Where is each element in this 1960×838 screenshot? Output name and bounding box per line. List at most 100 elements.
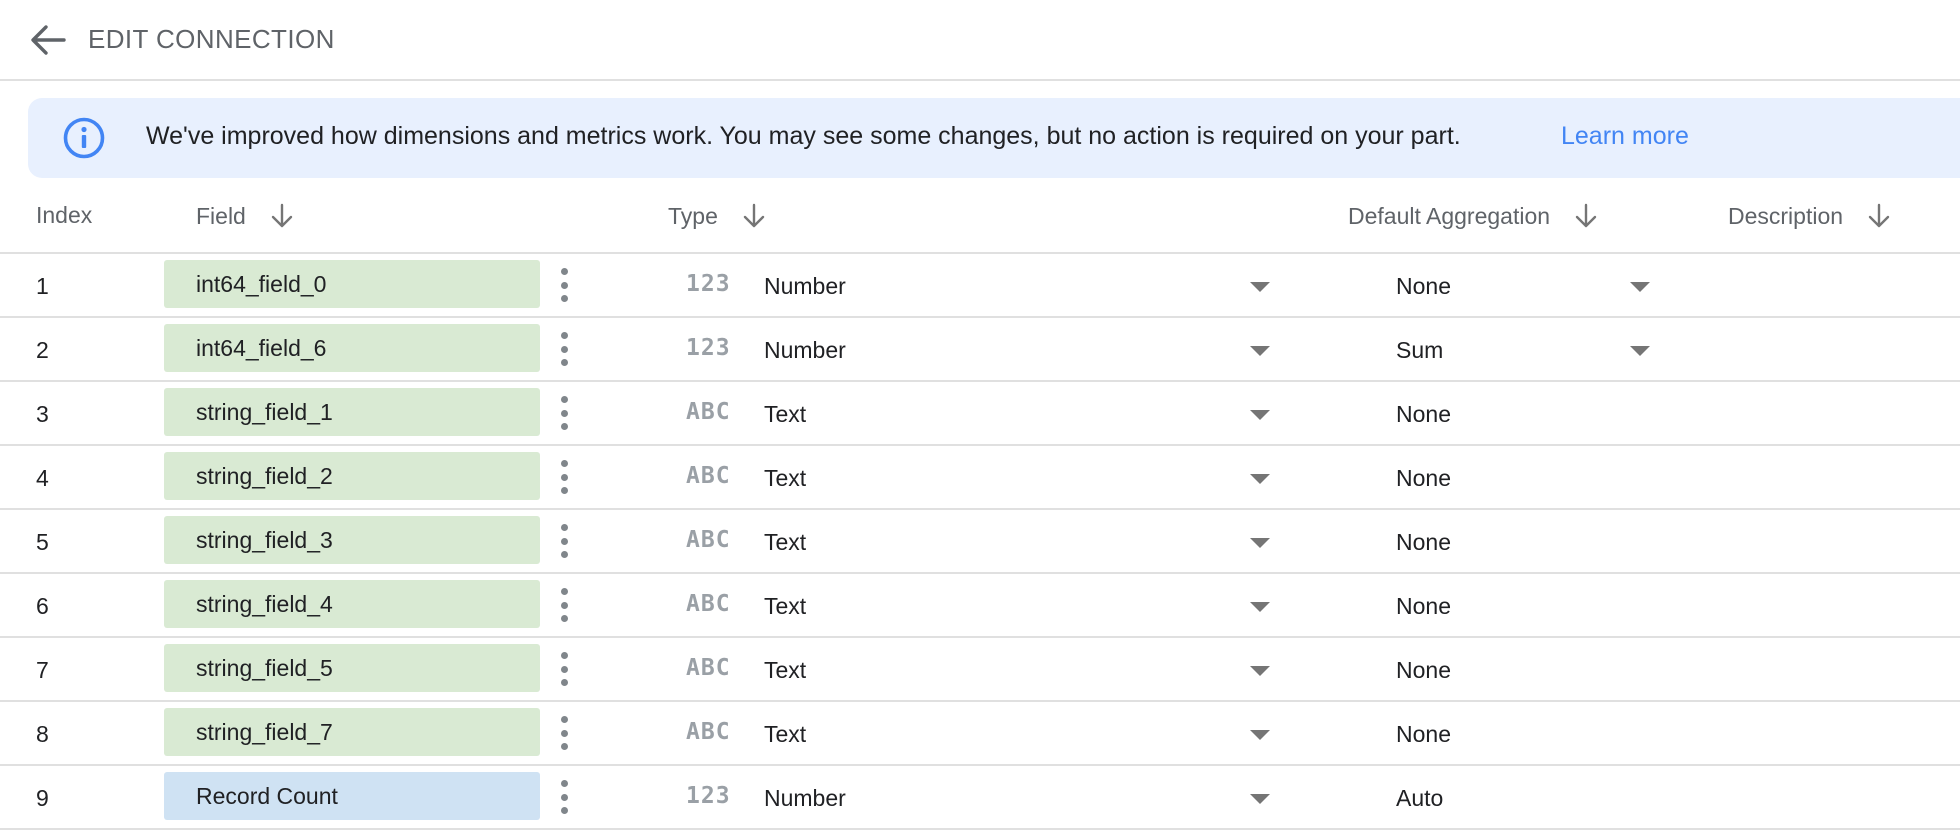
field-name-chip[interactable]: string_field_3 (164, 516, 540, 564)
more-vert-icon[interactable] (550, 394, 578, 432)
field-name-chip[interactable]: string_field_5 (164, 644, 540, 692)
more-vert-icon[interactable] (550, 586, 578, 624)
field-name-chip[interactable]: int64_field_6 (164, 324, 540, 372)
dropdown-arrow-icon (1250, 602, 1270, 612)
number-type-icon: 123 (686, 335, 731, 361)
table-row: 4 string_field_2 ABC Text None (0, 446, 1960, 510)
table-header: Index Field Type Default Aggregation Des… (0, 182, 1960, 254)
type-dropdown[interactable]: Text (764, 710, 1274, 756)
more-vert-icon[interactable] (550, 778, 578, 816)
more-vert-icon[interactable] (550, 458, 578, 496)
column-header-label: Index (36, 202, 93, 228)
dropdown-arrow-icon (1630, 346, 1650, 356)
number-type-icon: 123 (686, 271, 731, 297)
more-vert-icon[interactable] (550, 522, 578, 560)
type-value: Number (764, 273, 846, 299)
aggregation-value: None (1396, 401, 1451, 427)
more-vert-icon[interactable] (550, 714, 578, 752)
dropdown-arrow-icon (1250, 474, 1270, 484)
column-header-index: Index (36, 202, 92, 229)
type-value: Number (764, 337, 846, 363)
dropdown-arrow-icon (1250, 282, 1270, 292)
type-dropdown[interactable]: Number (764, 774, 1274, 820)
row-index: 5 (36, 529, 49, 555)
column-header-label: Default Aggregation (1348, 202, 1551, 229)
type-dropdown[interactable]: Text (764, 582, 1274, 628)
type-dropdown[interactable]: Text (764, 390, 1274, 436)
type-value: Number (764, 785, 846, 811)
aggregation-value: Sum (1396, 337, 1444, 363)
aggregation-dropdown[interactable]: None (1396, 262, 1656, 308)
table-row: 5 string_field_3 ABC Text None (0, 510, 1960, 574)
field-name-chip[interactable]: string_field_2 (164, 452, 540, 500)
dropdown-arrow-icon (1250, 410, 1270, 420)
type-dropdown[interactable]: Number (764, 326, 1274, 372)
dropdown-arrow-icon (1250, 666, 1270, 676)
learn-more-link[interactable]: Learn more (1561, 122, 1689, 151)
type-dropdown[interactable]: Number (764, 262, 1274, 308)
sort-arrow-down-icon[interactable] (268, 202, 296, 230)
dropdown-arrow-icon (1630, 282, 1650, 292)
aggregation-value: Auto (1396, 785, 1444, 811)
table-row: 8 string_field_7 ABC Text None (0, 702, 1960, 766)
column-header-label: Field (196, 202, 246, 229)
column-header-description[interactable]: Description (1728, 202, 1893, 230)
row-index: 9 (36, 785, 49, 811)
type-value: Text (764, 593, 807, 619)
back-button[interactable] (26, 20, 70, 60)
number-type-icon: 123 (686, 783, 731, 809)
row-index: 3 (36, 401, 49, 427)
aggregation-dropdown: Auto (1396, 774, 1656, 820)
top-bar: EDIT CONNECTION (0, 0, 1960, 81)
page-title: EDIT CONNECTION (88, 24, 335, 54)
info-banner: We've improved how dimensions and metric… (28, 98, 1960, 178)
table-row: 9 Record Count 123 Number Auto (0, 766, 1960, 830)
aggregation-dropdown[interactable]: Sum (1396, 326, 1656, 372)
column-header-field[interactable]: Field (196, 202, 296, 230)
table-row: 6 string_field_4 ABC Text None (0, 574, 1960, 638)
column-header-label: Description (1728, 202, 1844, 229)
table-row: 3 string_field_1 ABC Text None (0, 382, 1960, 446)
dropdown-arrow-icon (1250, 794, 1270, 804)
text-type-icon: ABC (686, 719, 731, 745)
sort-arrow-down-icon[interactable] (740, 202, 768, 230)
type-value: Text (764, 657, 807, 683)
aggregation-value: None (1396, 593, 1451, 619)
row-index: 2 (36, 337, 49, 363)
type-value: Text (764, 529, 807, 555)
row-index: 8 (36, 721, 49, 747)
field-name-chip[interactable]: int64_field_0 (164, 260, 540, 308)
column-header-label: Type (668, 202, 718, 229)
text-type-icon: ABC (686, 591, 731, 617)
type-dropdown[interactable]: Text (764, 646, 1274, 692)
more-vert-icon[interactable] (550, 330, 578, 368)
more-vert-icon[interactable] (550, 266, 578, 304)
field-name-chip[interactable]: string_field_1 (164, 388, 540, 436)
text-type-icon: ABC (686, 399, 731, 425)
info-icon (63, 117, 105, 159)
field-list: 1 int64_field_0 123 Number None 2 int64_field_… (0, 254, 1960, 830)
column-header-type[interactable]: Type (668, 202, 768, 230)
more-vert-icon[interactable] (550, 650, 578, 688)
dropdown-arrow-icon (1250, 730, 1270, 740)
arrow-left-icon (31, 25, 66, 55)
field-name-chip[interactable]: string_field_4 (164, 580, 540, 628)
table-row: 1 int64_field_0 123 Number None (0, 254, 1960, 318)
sort-arrow-down-icon[interactable] (1572, 202, 1600, 230)
aggregation-dropdown: None (1396, 582, 1656, 628)
type-dropdown[interactable]: Text (764, 518, 1274, 564)
aggregation-dropdown: None (1396, 390, 1656, 436)
type-value: Text (764, 401, 807, 427)
aggregation-value: None (1396, 465, 1451, 491)
dropdown-arrow-icon (1250, 346, 1270, 356)
text-type-icon: ABC (686, 463, 731, 489)
column-header-default-aggregation[interactable]: Default Aggregation (1348, 202, 1600, 230)
aggregation-dropdown: None (1396, 454, 1656, 500)
row-index: 1 (36, 273, 49, 299)
text-type-icon: ABC (686, 527, 731, 553)
type-dropdown[interactable]: Text (764, 454, 1274, 500)
field-name-chip[interactable]: string_field_7 (164, 708, 540, 756)
sort-arrow-down-icon[interactable] (1865, 202, 1893, 230)
aggregation-dropdown: None (1396, 518, 1656, 564)
field-name-chip[interactable]: Record Count (164, 772, 540, 820)
